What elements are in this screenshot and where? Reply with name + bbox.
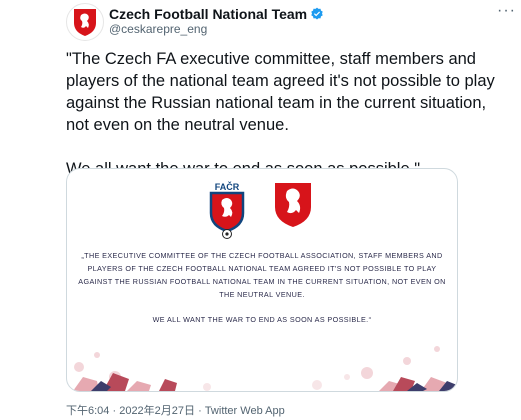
handle[interactable]: @ceskarepre_eng	[109, 22, 207, 36]
facr-logo-icon: FAČR	[209, 181, 245, 239]
avatar[interactable]	[66, 3, 104, 41]
statement-paragraph-2: We all want the war to end as soon as po…	[152, 315, 372, 324]
tweet-date[interactable]: 2022年2月27日	[119, 405, 195, 417]
statement-paragraph-1: „The executive committee of the Czech fo…	[78, 251, 446, 299]
tweet-source[interactable]: Twitter Web App	[205, 405, 285, 417]
tweet-meta: 下午6:04 · 2022年2月27日 · Twitter Web App	[66, 402, 285, 418]
verified-badge-icon	[311, 7, 323, 20]
czech-lion-emblem-icon	[275, 183, 311, 227]
more-options-icon[interactable]: ···	[497, 2, 516, 20]
tweet-text: "The Czech FA executive committee, staff…	[66, 50, 495, 178]
tweet-time[interactable]: 下午6:04	[66, 405, 109, 417]
czech-lion-crest-icon	[74, 9, 96, 36]
decorative-hexagon-pattern	[73, 346, 457, 391]
facr-logo-text: FAČR	[215, 181, 240, 192]
tweet: Czech Football National Team @ceskarepre…	[0, 0, 521, 420]
name-row: Czech Football National Team	[109, 6, 324, 22]
statement-text: „The executive committee of the Czech fo…	[73, 249, 451, 326]
meta-separator-1: ·	[109, 405, 120, 417]
media-image[interactable]: FAČR „The executive committee of the Cze…	[66, 168, 458, 392]
meta-separator-2: ·	[195, 405, 205, 417]
display-name[interactable]: Czech Football National Team	[109, 6, 307, 22]
